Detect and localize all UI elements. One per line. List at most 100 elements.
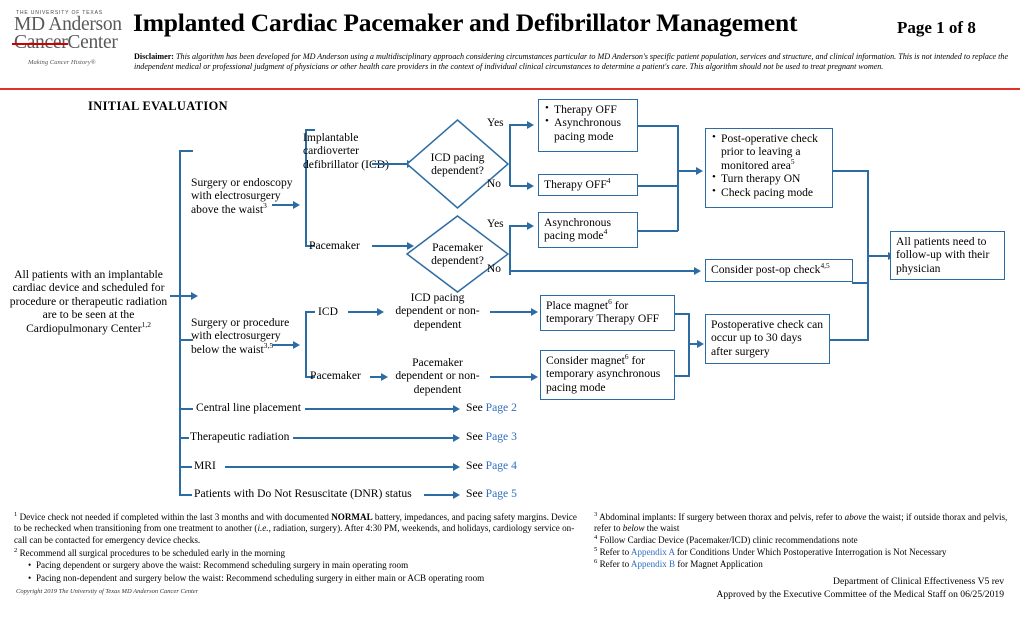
box-followup-physician: All patients need to follow-up with thei… [890,231,1005,280]
branch-above-waist-superscript: 3 [263,200,267,210]
box-place-magnet: Place magnet6 for temporary Therapy OFF [540,295,675,331]
box-therapy-off-async-item1: Therapy OFF [545,102,632,116]
box-async-pacing-mode: Asynchronous pacing mode4 [538,212,638,248]
icd-short-line [348,311,378,313]
approval-footer: Department of Clinical Effectiveness V5 … [716,576,1004,601]
diamond-icd-label: ICD pacing dependent? [430,150,485,177]
link-row-arrow-1 [453,433,460,442]
footnote-2-marker: 2 [14,546,18,554]
branch-above-waist: Surgery or endoscopy with electrosurgery… [191,176,296,216]
no-label-pacemaker: No [487,263,501,275]
icd-dep-to-magnet-line [490,311,532,313]
link-row-label-1: Therapeutic radiation [190,430,290,443]
box-consider-magnet: Consider magnet6 for temporary asynchron… [540,350,675,400]
pacemaker-label-lower: Pacemaker [310,369,361,382]
md-anderson-logo: THE UNIVERSITY OF TEXAS MD Anderson Canc… [14,10,134,66]
department-line: Department of Clinical Effectiveness V5 … [833,576,1004,587]
box-postop-item1: Post-operative check prior to leaving a … [712,131,827,172]
see-page-0: See Page 2 [466,401,517,414]
link-row-line-2 [225,466,454,468]
page-link-2[interactable]: Page 4 [486,459,517,472]
link-row-label-2: MRI [194,459,216,472]
box-therapy-off-async-item2: Asynchronous pacing mode [545,115,632,143]
footnote-4-marker: 4 [594,533,598,541]
box-consider-postop-check: Consider post-op check4,5 [705,259,853,282]
appendix-b-link[interactable]: Appendix B [631,559,675,569]
footnote-3-text-c: the waist [644,523,680,534]
entry-arrow-head [191,291,198,300]
postop-merge-arrow [696,166,703,175]
box-place-magnet-text-a: Place magnet [546,299,609,312]
disclaimer-text: Disclaimer: This algorithm has been deve… [134,52,1014,73]
icd-yes-line [510,124,528,126]
link-row-line-1 [293,437,454,439]
pm-no-line [510,270,695,272]
pm-dep-to-magnet-line [490,376,532,378]
diamond-icd-right-spine [509,124,511,186]
pacemaker-to-diamond-line [372,245,408,247]
page-link-1[interactable]: Page 3 [486,430,517,443]
disclaimer-body: This algorithm has been developed for MD… [134,52,1009,72]
page-number: Page 1 of 8 [897,18,976,37]
icd-yes-arrow [527,120,534,129]
link-row-line-3 [424,494,454,496]
diamond-icd-pacing-dependent: ICD pacing dependent? [405,118,510,210]
link-row-arrow-3 [453,490,460,499]
box-async-text: Asynchronous pacing mode [544,216,611,243]
postop-check-to-merge [833,170,869,172]
box-postop-30-days: Postoperative check can occur up to 30 d… [705,314,830,364]
yes-label-pacemaker: Yes [487,218,504,230]
box-postop-item2: Turn therapy ON [712,171,827,185]
async-out-line [638,230,678,232]
footnote-2-bullet-1: Pacing dependent or surgery above the wa… [26,560,584,572]
page-link-0[interactable]: Page 2 [486,401,517,414]
icd-dep-to-magnet-arrow [531,307,538,316]
footnote-1-marker: 1 [14,510,18,518]
footnote-3-marker: 3 [594,510,598,518]
box-postop-item1-text: Post-operative check prior to leaving a … [721,132,818,172]
see-page-1: See Page 3 [466,430,517,443]
above-waist-arrow-line [272,204,294,206]
see-label-3: See [466,487,486,500]
box-consider-postop-text: Consider post-op check [711,263,821,276]
see-page-3: See Page 5 [466,487,517,500]
box-therapy-off-superscript: 4 [606,176,611,186]
footnote-3-italic-above: above [844,512,867,522]
pm-yes-line [510,225,528,227]
footnote-1: 1 Device check not needed if completed w… [14,510,584,546]
above-waist-arrow-head [293,200,300,209]
icd-to-diamond-line [372,163,408,165]
postop-merge-spine [677,125,679,231]
footnote-2-text: Recommend all surgical procedures to be … [19,548,286,558]
page-link-3[interactable]: Page 5 [486,487,517,500]
page-title: Implanted Cardiac Pacemaker and Defibril… [133,8,798,37]
see-label-2: See [466,459,486,472]
icd-no-arrow [527,181,534,190]
appendix-a-link[interactable]: Appendix A [631,547,675,557]
pacemaker-dependent-or-non: Pacemaker dependent or non-dependent [395,356,480,396]
link-row-arrow-2 [453,462,460,471]
footnote-5: 5 Refer to Appendix A for Conditions Und… [594,546,1014,558]
logo-tagline: Making Cancer History® [28,59,96,66]
icd-long-label: Implantable cardioverter defibrillator (… [303,131,389,171]
footnote-2: 2 Recommend all surgical procedures to b… [14,546,584,585]
footnote-4-text: Follow Cardiac Device (Pacemaker/ICD) cl… [599,535,858,545]
header-red-divider [0,88,1020,91]
magnet-merge-arrow [697,339,704,348]
footnote-1-bold: NORMAL [331,512,373,522]
below-waist-arrow-head [293,340,300,349]
footnote-2-bullet-2: Pacing non-dependent and surgery below t… [26,573,584,585]
footnote-1-text-a: Device check not needed if completed wit… [19,512,332,522]
box-consider-magnet-text-a: Consider magnet [546,354,625,367]
icd-short-arrow [377,307,384,316]
entry-node-superscript: 1,2 [141,319,151,329]
see-label-0: See [466,401,486,414]
see-label-1: See [466,430,486,443]
disclaimer-label: Disclaimer: [134,52,175,61]
spine-stub-central-line [179,408,193,410]
link-row-label-3: Patients with Do Not Resuscitate (DNR) s… [194,487,412,500]
footnote-3: 3 Abdominal implants: If surgery between… [594,510,1014,535]
approved-line: Approved by the Executive Committee of t… [716,588,1004,600]
footnote-6-text-b: for Magnet Application [675,559,763,569]
logo-cancer-center-line: CancerCenter [14,33,134,53]
